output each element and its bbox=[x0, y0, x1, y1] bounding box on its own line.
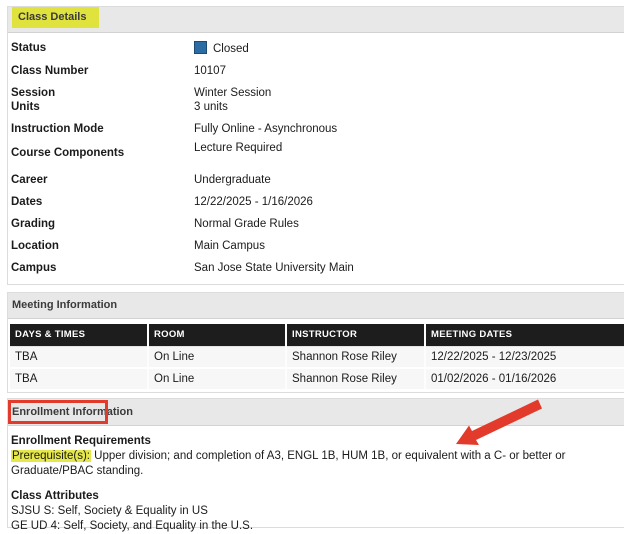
prerequisite-text: Upper division; and completion of A3, EN… bbox=[11, 450, 566, 477]
column-header-meeting-dates: MEETING DATES bbox=[424, 324, 624, 347]
field-value: Fully Online - Asynchronous bbox=[194, 123, 338, 135]
enrollment-body: Enrollment Requirements Prerequisite(s):… bbox=[8, 426, 624, 534]
meeting-table-header-row: DAYS & TIMES ROOM INSTRUCTOR MEETING DAT… bbox=[10, 324, 624, 347]
enrollment-information-section: Enrollment Information Enrollment Requir… bbox=[7, 398, 624, 532]
meeting-table: DAYS & TIMES ROOM INSTRUCTOR MEETING DAT… bbox=[10, 324, 624, 391]
field-label: Dates bbox=[11, 196, 43, 208]
closed-status-square-icon bbox=[194, 41, 207, 54]
field-value: Undergraduate bbox=[194, 174, 271, 186]
class-details-title-highlight: Class Details bbox=[12, 7, 100, 29]
cell-room: On Line bbox=[147, 367, 286, 391]
field-value: Winter Session bbox=[194, 87, 272, 99]
field-row-status: Status Closed bbox=[11, 41, 624, 56]
cell-instructor: Shannon Rose Riley bbox=[285, 367, 425, 391]
field-value: San Jose State University Main bbox=[194, 262, 354, 274]
field-label: Career bbox=[11, 174, 48, 186]
field-row-course-components: Course Components Lecture Required bbox=[11, 142, 624, 160]
status-value: Closed bbox=[194, 41, 624, 56]
field-value: 3 units bbox=[194, 101, 228, 113]
meeting-information-header-bar: Meeting Information bbox=[8, 293, 624, 319]
column-header-room: ROOM bbox=[147, 324, 286, 347]
table-row: TBA On Line Shannon Rose Riley 01/02/202… bbox=[10, 367, 624, 391]
class-attributes-heading: Class Attributes bbox=[11, 490, 99, 502]
field-row-dates: Dates 12/22/2025 - 1/16/2026 bbox=[11, 195, 624, 209]
field-label: Instruction Mode bbox=[11, 123, 104, 135]
field-label: Session bbox=[11, 87, 56, 99]
field-value: Main Campus bbox=[194, 240, 265, 252]
field-label: Campus bbox=[11, 262, 57, 274]
prerequisite-label-highlight: Prerequisite(s): bbox=[11, 450, 91, 462]
status-text: Closed bbox=[213, 43, 249, 55]
class-details-section: Class Details Status Closed Class Number… bbox=[7, 6, 624, 285]
cell-meeting-dates: 01/02/2026 - 01/16/2026 bbox=[424, 367, 624, 391]
column-header-instructor: INSTRUCTOR bbox=[285, 324, 425, 347]
field-label: Status bbox=[11, 42, 47, 54]
field-label: Grading bbox=[11, 218, 56, 230]
cell-days-times: TBA bbox=[10, 346, 148, 369]
field-value: Normal Grade Rules bbox=[194, 218, 299, 230]
table-row: TBA On Line Shannon Rose Riley 12/22/202… bbox=[10, 346, 624, 369]
field-label: Course Components bbox=[11, 147, 125, 159]
class-attribute-item: GE UD 4: Self, Society, and Equality in … bbox=[11, 520, 254, 532]
field-row-instruction-mode: Instruction Mode Fully Online - Asynchro… bbox=[11, 122, 624, 136]
field-value: Lecture Required bbox=[194, 142, 283, 154]
field-row-campus: Campus San Jose State University Main bbox=[11, 261, 624, 275]
field-row-location: Location Main Campus bbox=[11, 239, 624, 253]
cell-room: On Line bbox=[147, 346, 286, 369]
meeting-information-title: Meeting Information bbox=[12, 299, 118, 311]
class-details-title: Class Details bbox=[18, 11, 87, 24]
class-details-header-bar: Class Details bbox=[8, 7, 624, 33]
enrollment-information-header-bar: Enrollment Information bbox=[8, 399, 624, 426]
cell-days-times: TBA bbox=[10, 367, 148, 391]
enrollment-requirements-heading: Enrollment Requirements bbox=[11, 435, 151, 447]
cell-instructor: Shannon Rose Riley bbox=[285, 346, 425, 369]
field-value: 10107 bbox=[194, 65, 226, 77]
field-label: Units bbox=[11, 101, 40, 113]
meeting-information-section: Meeting Information DAYS & TIMES ROOM IN… bbox=[7, 292, 624, 393]
class-attribute-item: SJSU S: Self, Society & Equality in US bbox=[11, 505, 208, 517]
column-header-days-times: DAYS & TIMES bbox=[10, 324, 148, 347]
cell-meeting-dates: 12/22/2025 - 12/23/2025 bbox=[424, 346, 624, 369]
class-details-fields: Status Closed Class Number 10107 Session… bbox=[8, 33, 624, 275]
field-label: Class Number bbox=[11, 65, 89, 77]
field-value: 12/22/2025 - 1/16/2026 bbox=[194, 196, 313, 208]
enrollment-information-title: Enrollment Information bbox=[12, 406, 133, 418]
field-row-units: Units 3 units bbox=[11, 100, 624, 114]
field-row-class-number: Class Number 10107 bbox=[11, 64, 624, 78]
prerequisite-line: Prerequisite(s): Upper division; and com… bbox=[11, 449, 624, 479]
field-row-session: Session Winter Session bbox=[11, 86, 624, 100]
field-label: Location bbox=[11, 240, 59, 252]
field-row-career: Career Undergraduate bbox=[11, 173, 624, 187]
field-row-grading: Grading Normal Grade Rules bbox=[11, 217, 624, 231]
